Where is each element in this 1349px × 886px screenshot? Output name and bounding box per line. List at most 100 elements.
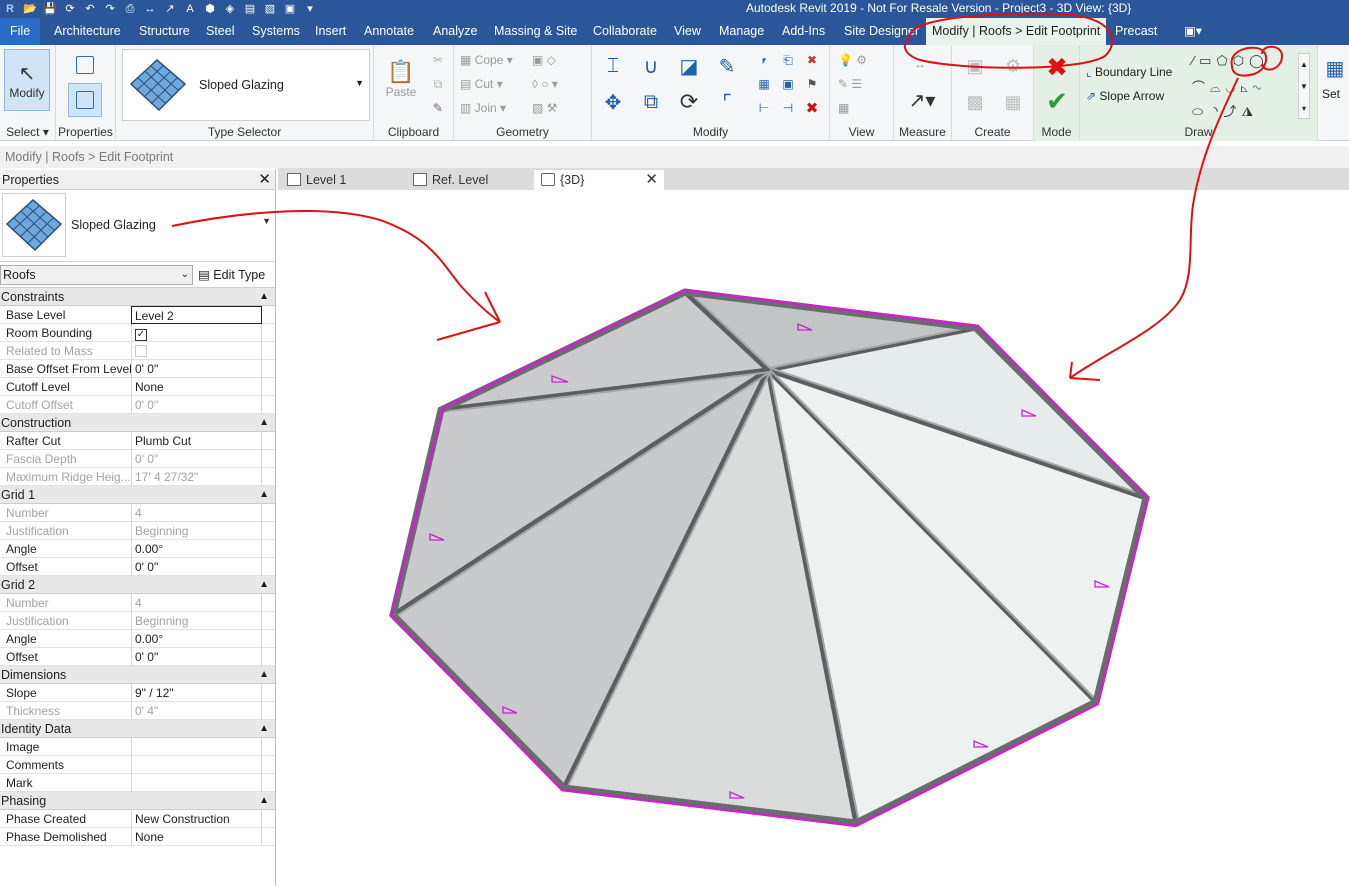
match-type-icon[interactable]: ✎ [428,99,448,117]
open-icon[interactable]: 📂 [22,2,38,16]
tab-insert[interactable]: Insert [315,18,346,45]
copy-icon[interactable]: ⧉ [428,75,448,93]
tab-analyze[interactable]: Analyze [433,18,477,45]
split-element-icon[interactable]: ⎖ [754,51,774,69]
tab-systems[interactable]: Systems [252,18,300,45]
create-parts-icon[interactable]: ⚙ [996,53,1030,79]
center-ends-arc-icon[interactable]: ⌓ [1210,80,1225,95]
delete-icon[interactable]: ✖ [802,99,822,117]
type-properties-icon[interactable] [68,51,102,79]
trim-single-icon[interactable]: ⊣ [778,99,798,117]
move-icon[interactable]: ✥ [598,87,628,117]
property-group-header[interactable]: Phasing ▲ [0,792,275,810]
unpin-icon[interactable]: ✖ [802,51,822,69]
boundary-line-button[interactable]: ⌞ Boundary Line [1086,65,1172,79]
slope-arrow-button[interactable]: ⇗ Slope Arrow [1086,89,1164,103]
mirror-axis-icon[interactable]: ◪ [674,51,704,81]
category-filter-dropdown[interactable]: Roofs ⌄ [0,265,193,285]
cut-icon[interactable]: ✂ [428,51,448,69]
property-value[interactable]: 0' 0" [131,360,262,378]
thin-lines-icon[interactable]: ▤ [242,2,258,16]
close-icon[interactable]: ✕ [258,170,271,190]
tab-collaborate[interactable]: Collaborate [593,18,657,45]
offset-icon[interactable]: ∪ [636,51,666,81]
create-similar-icon[interactable]: ▦ [996,87,1030,117]
aligned-dimension-icon[interactable]: ↗ [162,2,178,16]
modify-button[interactable]: ↖ Modify [4,49,50,111]
cope-button[interactable]: ▦ Cope ▾ [460,53,513,67]
tab-structure[interactable]: Structure [139,18,190,45]
tab-architecture[interactable]: Architecture [54,18,121,45]
tab-steel[interactable]: Steel [206,18,235,45]
customize-qat-icon[interactable]: ▾ [302,2,318,16]
rotate-icon[interactable]: ⟳ [674,87,704,117]
tab-annotate[interactable]: Annotate [364,18,414,45]
property-group-header[interactable]: Construction ▲ [0,414,275,432]
tab-manage[interactable]: Manage [719,18,764,45]
properties-toggle-icon[interactable] [68,83,102,117]
inscribed-polygon-icon[interactable]: ⬠ [1216,53,1232,68]
start-end-arc-icon[interactable]: ⌒ [1192,80,1210,95]
property-value[interactable]: Plumb Cut [131,432,262,450]
property-value[interactable] [131,756,262,774]
paste-button[interactable]: 📋 Paste [384,51,418,107]
split-gap-icon[interactable]: ⎗ [778,51,798,69]
chevron-down-icon[interactable]: ▼ [262,216,271,226]
split-face-icon[interactable]: ▣ ◇ [532,53,556,67]
section-icon[interactable]: ◈ [222,2,238,16]
type-selector-dropdown[interactable]: Sloped Glazing ▼ [122,49,370,121]
select-panel-label[interactable]: Select ▾ [0,125,55,139]
linework-icon[interactable]: ▦ [838,101,849,115]
tab-site-designer[interactable]: Site Designer [844,18,919,45]
array-icon[interactable]: ▦ [754,75,774,93]
copy-element-icon[interactable]: ⧉ [636,87,666,117]
tab-view[interactable]: View [674,18,701,45]
sync-icon[interactable]: ⟳ [62,2,78,16]
property-group-header[interactable]: Identity Data ▲ [0,720,275,738]
default-3d-view-icon[interactable]: ⬢ [202,2,218,16]
edit-type-button[interactable]: ▤ Edit Type [198,265,265,285]
property-group-header[interactable]: Grid 2 ▲ [0,576,275,594]
align-icon[interactable]: ⌶ [598,51,628,81]
cancel-edit-mode-icon[interactable]: ✖ [1042,52,1072,82]
undo-icon[interactable]: ↶ [82,2,98,16]
wall-joins-icon[interactable]: ◊ ○ ▾ [532,77,558,91]
property-value[interactable]: None [131,378,262,396]
circumscribed-polygon-icon[interactable]: ⬡ [1233,53,1249,68]
property-value[interactable]: 0' 0" [131,558,262,576]
fillet-arc-icon[interactable]: ⊾ [1241,80,1253,95]
tab-massing-site[interactable]: Massing & Site [494,18,577,45]
close-hidden-windows-icon[interactable]: ▧ [262,2,278,16]
trim-multiple-icon[interactable]: ⊢ [754,99,774,117]
collapse-icon[interactable]: ▲ [259,792,269,810]
property-value[interactable]: ✓ [131,324,262,342]
tab-precast[interactable]: Precast [1115,18,1157,45]
property-value[interactable]: Level 2 [131,306,262,324]
property-value[interactable] [131,774,262,792]
hide-in-view-icon[interactable]: 💡 ⚙ [838,53,867,67]
draw-gallery-scroller[interactable]: ▲ ▼ ▾ [1298,53,1310,119]
mirror-draw-icon[interactable]: ✎ [712,51,742,81]
redo-icon[interactable]: ↷ [102,2,118,16]
work-plane-icon[interactable]: ▦ [1322,53,1348,83]
collapse-icon[interactable]: ▲ [259,720,269,738]
property-value[interactable] [131,738,262,756]
create-assembly-icon[interactable]: ▣ [958,53,992,79]
view-tab-3d[interactable]: {3D} ✕ [534,170,664,190]
measure-distance-icon[interactable]: ↔ [900,53,940,75]
cut-geometry-button[interactable]: ▤ Cut ▾ [460,77,503,91]
collapse-icon[interactable]: ▲ [259,486,269,504]
switch-windows-icon[interactable]: ▣ [282,2,298,16]
rectangle-icon[interactable]: ▭ [1199,53,1216,68]
view-tab-level-1[interactable]: Level 1 [280,170,402,190]
pick-lines-icon[interactable]: ⤴ [1224,104,1242,119]
view-tab-ref-level[interactable]: Ref. Level [406,170,530,190]
property-value[interactable]: New Construction [131,810,262,828]
finish-edit-mode-icon[interactable]: ✔ [1042,86,1072,116]
tab-add-ins[interactable]: Add-Ins [782,18,825,45]
text-icon[interactable]: A [182,2,198,16]
revit-logo-icon[interactable]: R [2,2,18,16]
ellipse-icon[interactable]: ⬭ [1192,104,1208,119]
tangent-arc-icon[interactable]: ◡ [1225,80,1240,95]
property-group-header[interactable]: Grid 1 ▲ [0,486,275,504]
